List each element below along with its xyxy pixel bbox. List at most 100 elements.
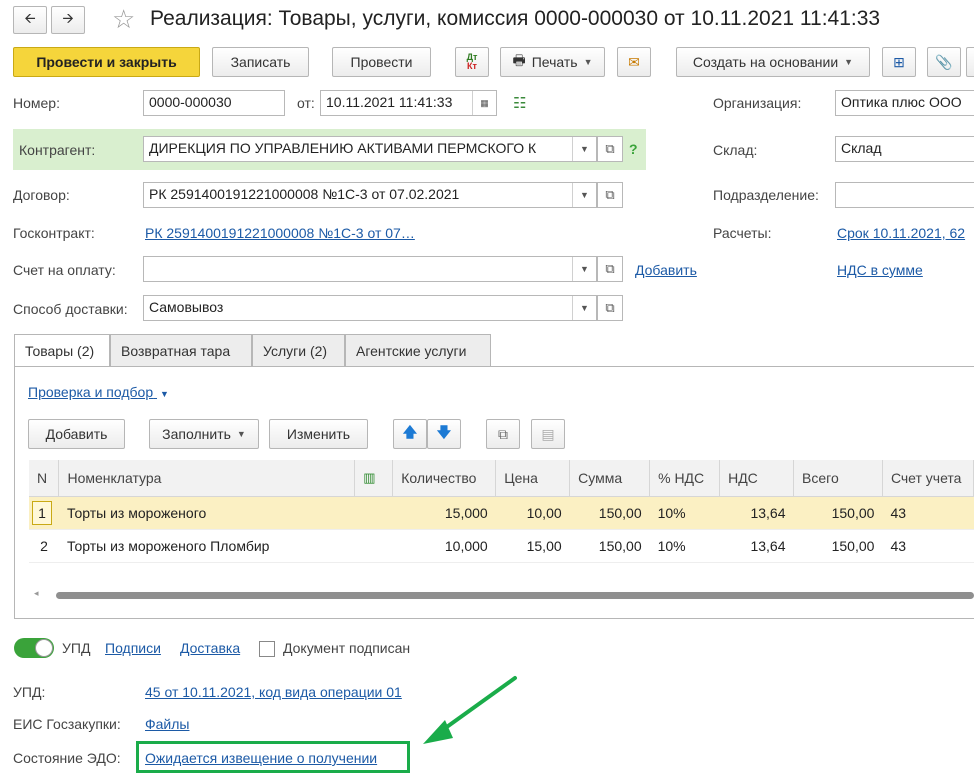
contractor-field[interactable]: ДИРЕКЦИЯ ПО УПРАВЛЕНИЮ АКТИВАМИ ПЕРМСКОГ…	[143, 136, 597, 162]
table-row[interactable]: 1 Торты из мороженого 15,000 10,00 150,0…	[29, 496, 974, 530]
move-up-button[interactable]: 🡅	[393, 419, 427, 449]
chevron-down-icon: ▼	[844, 57, 854, 67]
column-price[interactable]: Цена	[495, 460, 571, 497]
invoice-open-button[interactable]: ⧉	[597, 256, 623, 282]
forward-button[interactable]: 🡪	[51, 6, 85, 34]
fill-button[interactable]: Заполнить ▼	[149, 419, 259, 449]
signatures-link[interactable]: Подписи	[105, 640, 161, 656]
warehouse-field[interactable]: Склад	[835, 136, 974, 162]
row-marking[interactable]	[354, 529, 393, 563]
structure-button[interactable]: ⊞	[882, 47, 916, 77]
column-account[interactable]: Счет учета	[882, 460, 974, 497]
vat-in-sum-link[interactable]: НДС в сумме	[837, 262, 923, 278]
scrollbar-thumb[interactable]	[56, 592, 974, 599]
back-button[interactable]: 🡨	[13, 6, 47, 34]
gov-contract-label: Госконтракт:	[13, 225, 95, 241]
organization-field[interactable]: Оптика плюс ООО	[835, 90, 974, 116]
calendar-icon[interactable]: ▦	[472, 91, 496, 115]
row-marking[interactable]	[354, 496, 393, 530]
tab-agent-services[interactable]: Агентские услуги	[345, 334, 491, 366]
column-item[interactable]: Номенклатура	[58, 460, 356, 497]
row-vat[interactable]: 13,64	[719, 529, 794, 563]
tab-services[interactable]: Услуги (2)	[252, 334, 345, 366]
row-total[interactable]: 150,00	[793, 529, 883, 563]
copy-rows-button[interactable]: ⧉	[486, 419, 520, 449]
contractor-open-button[interactable]: ⧉	[597, 136, 623, 162]
check-and-select-link[interactable]: Проверка и подбор ▼	[28, 384, 169, 400]
row-vat-rate[interactable]: 10%	[649, 496, 720, 530]
column-vat-rate[interactable]: % НДС	[649, 460, 721, 497]
row-number[interactable]: 2	[29, 529, 59, 563]
invoice-label: Счет на оплату:	[13, 262, 116, 278]
help-icon[interactable]: ?	[629, 141, 638, 157]
table-scrollbar[interactable]: ◂	[30, 588, 974, 602]
delivery-method-value: Самовывоз	[149, 299, 224, 315]
tab-returnable-packaging[interactable]: Возвратная тара	[110, 334, 252, 366]
eis-files-link[interactable]: Файлы	[145, 716, 189, 732]
add-row-button[interactable]: Добавить	[28, 419, 125, 449]
tab-goods[interactable]: Товары (2)	[14, 334, 110, 367]
add-invoice-link[interactable]: Добавить	[635, 262, 697, 278]
row-item[interactable]: Торты из мороженого	[58, 496, 355, 530]
debit-credit-icon: Дт Кт	[466, 52, 478, 71]
row-account[interactable]: 43	[882, 496, 974, 530]
more-button[interactable]	[966, 47, 974, 77]
chevron-down-icon[interactable]: ▼	[572, 137, 596, 161]
chevron-down-icon: ▼	[236, 429, 246, 439]
contract-field[interactable]: РК 2591400191221000008 №1С-3 от 07.02.20…	[143, 182, 597, 208]
row-number[interactable]: 1	[29, 496, 59, 530]
delivery-link[interactable]: Доставка	[180, 640, 240, 656]
print-button[interactable]: 🖶 Печать ▼	[500, 47, 605, 77]
row-price[interactable]: 10,00	[495, 496, 570, 530]
copy-icon: ⧉	[498, 425, 508, 442]
row-quantity[interactable]: 15,000	[392, 496, 496, 530]
dtkt-button[interactable]: Дт Кт	[455, 47, 489, 77]
column-n[interactable]: N	[29, 460, 60, 497]
email-button[interactable]: ✉	[617, 47, 651, 77]
move-down-button[interactable]: 🡇	[427, 419, 461, 449]
delivery-open-button[interactable]: ⧉	[597, 295, 623, 321]
gov-contract-link[interactable]: РК 2591400191221000008 №1С-3 от 07…	[145, 225, 415, 241]
attach-button[interactable]: 📎	[927, 47, 961, 77]
row-number-value: 1	[32, 500, 52, 525]
invoice-field[interactable]: ▼	[143, 256, 597, 282]
column-sum[interactable]: Сумма	[569, 460, 651, 497]
column-marking[interactable]: ▥	[354, 460, 394, 497]
row-quantity[interactable]: 10,000	[392, 529, 496, 563]
create-based-on-button[interactable]: Создать на основании ▼	[676, 47, 870, 77]
edo-status-link[interactable]: Ожидается извещение о получении	[145, 750, 377, 766]
number-field[interactable]: 0000-000030	[143, 90, 285, 116]
column-vat[interactable]: НДС	[719, 460, 795, 497]
table-row[interactable]: 2 Торты из мороженого Пломбир 10,000 15,…	[29, 529, 974, 563]
save-button[interactable]: Записать	[212, 47, 309, 77]
favorite-star-icon[interactable]: ☆	[112, 4, 135, 35]
scroll-left-icon[interactable]: ◂	[34, 588, 39, 599]
row-sum[interactable]: 150,00	[569, 529, 650, 563]
upd-document-link[interactable]: 45 от 10.11.2021, код вида операции 01	[145, 684, 402, 700]
upd-toggle[interactable]	[14, 638, 54, 658]
contract-open-button[interactable]: ⧉	[597, 182, 623, 208]
status-icon[interactable]: ☷	[513, 94, 526, 112]
column-quantity[interactable]: Количество	[392, 460, 497, 497]
chevron-down-icon[interactable]: ▼	[572, 257, 596, 281]
column-total[interactable]: Всего	[793, 460, 883, 497]
document-signed-checkbox[interactable]	[259, 641, 275, 657]
post-and-close-button[interactable]: Провести и закрыть	[13, 47, 200, 77]
row-account[interactable]: 43	[882, 529, 974, 563]
chevron-down-icon[interactable]: ▼	[572, 296, 596, 320]
chevron-down-icon[interactable]: ▼	[572, 183, 596, 207]
row-total[interactable]: 150,00	[793, 496, 883, 530]
row-sum[interactable]: 150,00	[569, 496, 650, 530]
division-field[interactable]	[835, 182, 974, 208]
row-item[interactable]: Торты из мороженого Пломбир	[58, 529, 355, 563]
post-button[interactable]: Провести	[332, 47, 431, 77]
row-vat[interactable]: 13,64	[719, 496, 794, 530]
paste-rows-button[interactable]: ▤	[531, 419, 565, 449]
date-field[interactable]: 10.11.2021 11:41:33 ▦	[320, 90, 497, 116]
delivery-method-field[interactable]: Самовывоз ▼	[143, 295, 597, 321]
row-price[interactable]: 15,00	[495, 529, 570, 563]
settlements-link[interactable]: Срок 10.11.2021, 62	[837, 225, 965, 241]
row-vat-rate[interactable]: 10%	[649, 529, 720, 563]
edit-button[interactable]: Изменить	[269, 419, 368, 449]
open-window-icon: ⧉	[605, 261, 615, 276]
